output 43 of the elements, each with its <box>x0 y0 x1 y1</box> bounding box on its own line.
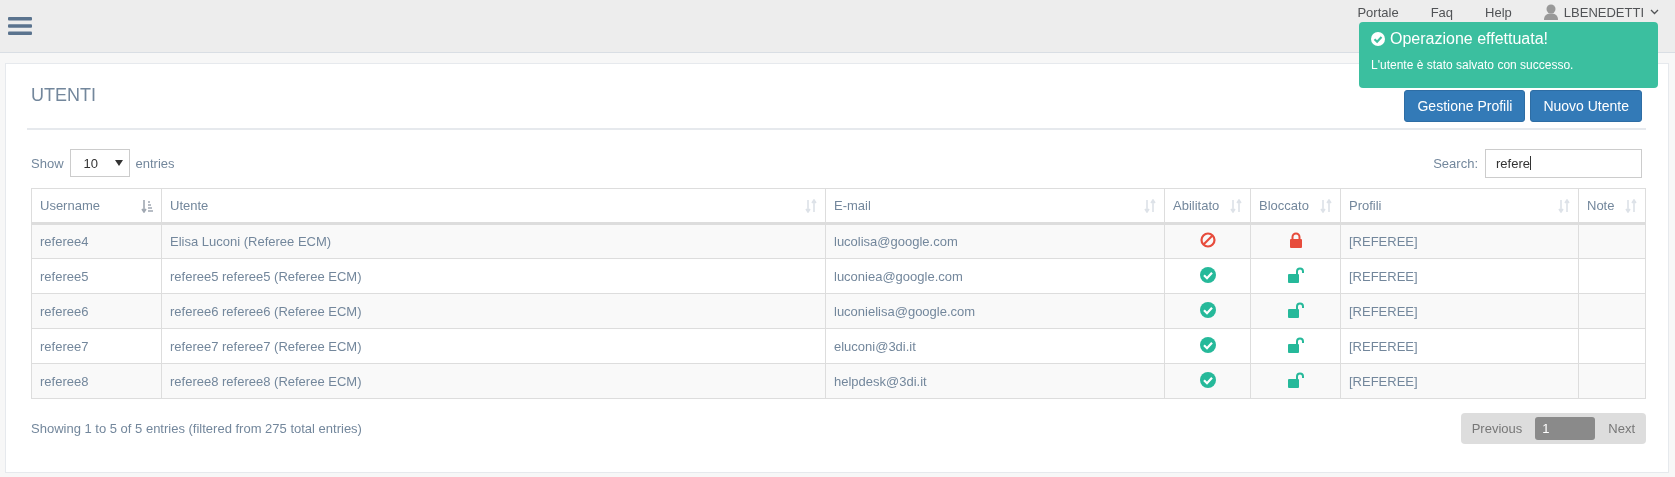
table-cell: [REFEREE] <box>1340 363 1579 399</box>
table-cell: lucolisa@google.com <box>825 223 1165 259</box>
user-icon <box>1543 4 1558 20</box>
nav-link[interactable]: Faq <box>1430 4 1454 20</box>
nav-link[interactable]: Portale <box>1357 4 1399 20</box>
table-cell: Elisa Luconi (Referee ECM) <box>161 223 826 259</box>
caret-icon <box>114 160 123 166</box>
toast-message: L'utente è stato salvato con successo. <box>1371 58 1575 72</box>
table-cell: helpdesk@3di.it <box>825 363 1165 399</box>
show-label: Show <box>31 155 64 171</box>
menu-icon[interactable] <box>8 16 32 36</box>
panel-button[interactable]: Nuovo Utente <box>1530 90 1642 122</box>
table-cell: eluconi@3di.it <box>825 328 1165 364</box>
table-cell: referee5 <box>31 258 162 294</box>
table-cell: [REFEREE] <box>1340 258 1579 294</box>
page-button[interactable]: Next <box>1601 421 1642 436</box>
user-menu[interactable]: LBENEDETTI <box>1563 4 1644 20</box>
toast-title: Operazione effettuata! <box>1390 30 1549 48</box>
table-cell: luconiea@google.com <box>825 258 1165 294</box>
table-cell: referee4 <box>31 223 162 259</box>
entries-select[interactable]: 10 <box>69 149 130 177</box>
table-cell: luconielisa@google.com <box>825 293 1165 329</box>
check-icon <box>1371 32 1385 46</box>
chevron-down-icon[interactable] <box>1650 9 1659 15</box>
table-cell: referee7 referee7 (Referee ECM) <box>161 328 826 364</box>
entries-label: entries <box>135 155 175 171</box>
nav-link[interactable]: Help <box>1485 4 1512 20</box>
search-label: Search: <box>1433 155 1478 171</box>
search-field[interactable]: refere <box>1485 148 1642 178</box>
table-cell: referee7 <box>31 328 162 364</box>
panel-button[interactable]: Gestione Profili <box>1404 90 1526 122</box>
table-info: Showing 1 to 5 of 5 entries (filtered from 275 total entries) <box>31 421 362 436</box>
page-button[interactable]: Previous <box>1464 421 1530 436</box>
table-cell: referee6 <box>31 293 162 329</box>
table-cell: referee6 referee6 (Referee ECM) <box>161 293 826 329</box>
table-cell: referee5 referee5 (Referee ECM) <box>161 258 826 294</box>
table-cell: referee8 <box>31 363 162 399</box>
table-cell: [REFEREE] <box>1340 293 1579 329</box>
table-cell: referee8 referee8 (Referee ECM) <box>161 363 826 399</box>
table-cell: [REFEREE] <box>1340 328 1579 364</box>
table-cell: [REFEREE] <box>1340 223 1579 259</box>
page-button[interactable]: 1 <box>1535 417 1596 440</box>
panel-title: UTENTI <box>31 85 96 106</box>
